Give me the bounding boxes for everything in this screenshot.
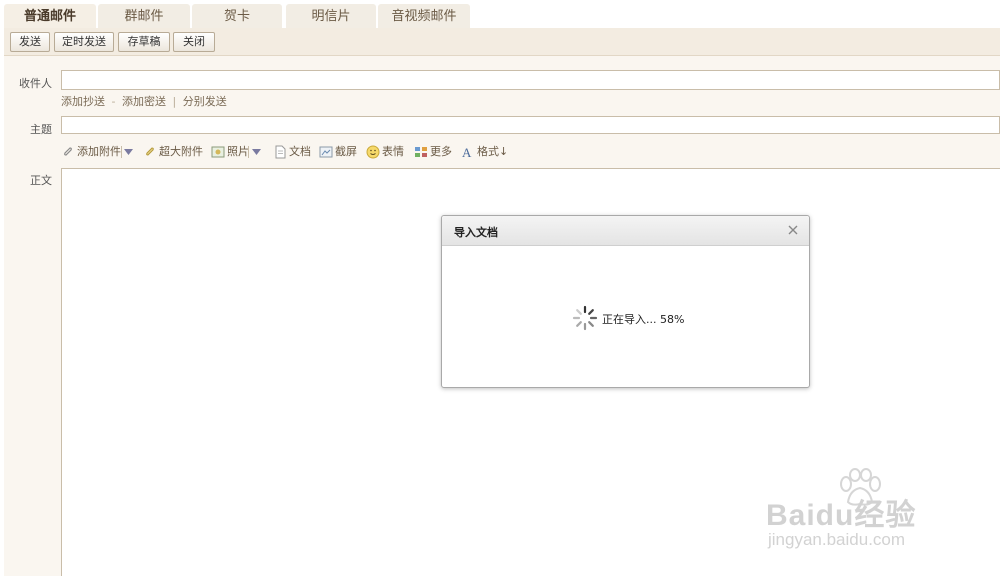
more-button[interactable]: 更多 — [414, 144, 452, 160]
to-field[interactable] — [61, 70, 1000, 90]
large-attachment-label: 超大附件 — [159, 145, 203, 158]
baidu-jingyan-watermark: Baidu经验 jingyan.baidu.com — [766, 468, 946, 558]
add-attachment-button[interactable]: 添加附件 — [61, 144, 121, 160]
add-attachment-label: 添加附件 — [77, 145, 121, 158]
save-draft-button[interactable]: 存草稿 — [118, 32, 170, 52]
dialog-body: 正在导入... 58% — [442, 247, 809, 387]
separate-send-link[interactable]: 分别发送 — [183, 95, 227, 108]
import-document-dialog: 导入文档 正在导入... 58% — [441, 215, 810, 388]
subject-label: 主题 — [30, 123, 52, 136]
emoji-label: 表情 — [382, 145, 404, 158]
paperclip-icon — [146, 147, 154, 156]
chevron-down-icon[interactable] — [252, 149, 261, 155]
add-bcc-link[interactable]: 添加密送 — [122, 95, 166, 108]
dash-separator: - — [111, 95, 116, 108]
toolbar-divider — [248, 146, 249, 158]
photo-button[interactable]: 照片 — [211, 144, 249, 160]
tab-group-mail[interactable]: 群邮件 — [98, 4, 190, 28]
photo-label: 照片 — [227, 145, 249, 158]
document-label: 文档 — [289, 145, 311, 158]
photo-icon — [211, 146, 225, 158]
scheduled-send-button[interactable]: 定时发送 — [54, 32, 114, 52]
send-button[interactable]: 发送 — [10, 32, 50, 52]
to-label: 收件人 — [19, 77, 52, 90]
cc-links: 添加抄送 - 添加密送 | 分别发送 — [61, 93, 227, 109]
subject-field[interactable] — [61, 116, 1000, 134]
more-label: 更多 — [430, 145, 452, 158]
smiley-icon — [366, 145, 380, 159]
large-attachment-button[interactable]: 超大附件 — [143, 144, 203, 160]
screenshot-icon — [319, 146, 333, 158]
close-icon[interactable] — [785, 222, 801, 238]
toolbar-divider — [121, 146, 122, 158]
dialog-title: 导入文档 — [454, 226, 498, 239]
paperclip-icon — [64, 147, 72, 156]
format-label: 格式↓ — [477, 145, 509, 158]
pipe-separator: | — [172, 95, 177, 108]
compose-toolbar: 发送 定时发送 存草稿 关闭 — [4, 28, 1000, 56]
font-format-icon: A — [462, 145, 472, 159]
watermark-url: jingyan.baidu.com — [768, 530, 906, 549]
tab-av-mail[interactable]: 音视频邮件 — [378, 4, 470, 28]
svg-text:A: A — [462, 145, 472, 159]
grid-icon — [415, 147, 427, 157]
tab-normal-mail[interactable]: 普通邮件 — [4, 4, 96, 28]
screenshot-button[interactable]: 截屏 — [319, 144, 357, 160]
body-label: 正文 — [30, 174, 52, 187]
loading-spinner-icon — [572, 305, 598, 331]
close-button[interactable]: 关闭 — [173, 32, 215, 52]
mail-type-tabs: 普通邮件 群邮件 贺卡 明信片 音视频邮件 — [0, 0, 1000, 28]
tab-postcard[interactable]: 明信片 — [286, 4, 376, 28]
watermark-brand: Baidu经验 — [766, 499, 917, 532]
emoji-button[interactable]: 表情 — [366, 144, 404, 160]
tab-greeting-card[interactable]: 贺卡 — [192, 4, 282, 28]
document-button[interactable]: 文档 — [273, 144, 311, 160]
add-cc-link[interactable]: 添加抄送 — [61, 95, 105, 108]
import-progress-text: 正在导入... 58% — [602, 313, 685, 326]
chevron-down-icon[interactable] — [124, 149, 133, 155]
dialog-header: 导入文档 — [442, 216, 809, 246]
format-button[interactable]: A 格式↓ — [461, 144, 508, 160]
screenshot-label: 截屏 — [335, 145, 357, 158]
document-icon — [275, 145, 286, 159]
